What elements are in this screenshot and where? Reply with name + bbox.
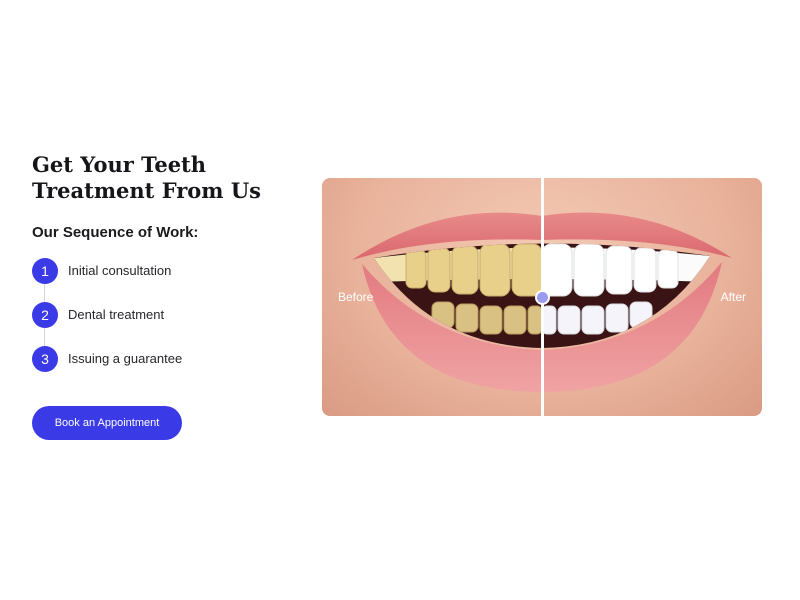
before-after-comparison[interactable]: Before After [322, 178, 762, 416]
step-item: 2 Dental treatment [32, 302, 292, 346]
book-appointment-button[interactable]: Book an Appointment [32, 406, 182, 440]
step-number-badge: 2 [32, 302, 58, 328]
step-label: Initial consultation [68, 263, 172, 278]
page-title: Get Your Teeth Treatment From Us [32, 152, 261, 203]
step-label: Issuing a guarantee [68, 351, 183, 366]
sequence-heading: Our Sequence of Work: [32, 224, 199, 241]
step-connector [44, 328, 45, 346]
step-number-badge: 1 [32, 258, 58, 284]
step-label: Dental treatment [68, 307, 165, 322]
before-label: Before [338, 290, 374, 304]
step-connector [44, 284, 45, 302]
step-item: 1 Initial consultation [32, 258, 292, 302]
after-label: After [720, 290, 746, 304]
comparison-slider-handle[interactable] [535, 290, 550, 305]
step-item: 3 Issuing a guarantee [32, 346, 292, 390]
step-list: 1 Initial consultation 2 Dental treatmen… [32, 258, 292, 390]
step-number-badge: 3 [32, 346, 58, 372]
